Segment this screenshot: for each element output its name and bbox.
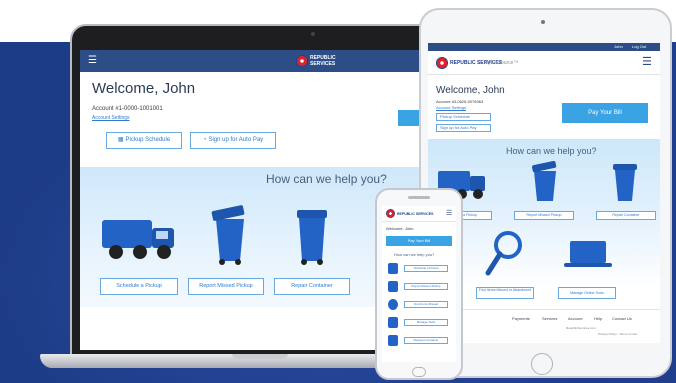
- list-item[interactable]: Schedule a Pickup: [386, 262, 452, 275]
- schedule-pickup-button[interactable]: Schedule a Pickup: [100, 278, 178, 295]
- auto-pay-button[interactable]: Sign up for Auto Pay: [436, 124, 491, 132]
- footer-site-name[interactable]: RepublicServices.com: [566, 326, 596, 330]
- pay-bill-button[interactable]: Pay Your Bill: [562, 103, 648, 123]
- help-heading: How can we help you?: [266, 172, 387, 186]
- help-heading: How can we help you?: [394, 252, 435, 257]
- magnifier-icon: [485, 231, 522, 276]
- auto-pay-button[interactable]: ◔ Sign up for Auto Pay: [190, 132, 276, 149]
- logo-mark-icon: [296, 55, 308, 67]
- tablet-top-strip: John Log Out: [428, 43, 660, 51]
- footer-legal-links[interactable]: Privacy Policy • Terms of Use: [598, 332, 637, 336]
- bin-icon: [388, 281, 398, 292]
- logo-text: REPUBLIC SERVICES: [397, 211, 434, 216]
- pickup-schedule-button[interactable]: ▦ Pickup Schedule: [106, 132, 182, 149]
- bin-open-icon: [532, 161, 557, 201]
- tablet-home-button: [531, 353, 553, 375]
- logo-mark-icon: [386, 209, 395, 218]
- report-missed-pickup-button[interactable]: Report Missed Pickup: [514, 211, 574, 220]
- hamburger-icon[interactable]: ☰: [642, 57, 652, 68]
- hamburger-icon[interactable]: ☰: [446, 209, 452, 217]
- bin-icon: [388, 335, 398, 346]
- hamburger-icon[interactable]: ☰: [88, 55, 97, 67]
- republic-logo[interactable]: REPUBLIC SERVICES: [296, 54, 342, 68]
- repair-container-button[interactable]: Repair Container: [596, 211, 656, 220]
- welcome-heading: Welcome, John: [92, 80, 196, 97]
- phone-home-button: [412, 367, 426, 377]
- list-item-label: Manage Tools: [404, 319, 448, 326]
- account-settings-link[interactable]: Account Settings: [92, 115, 130, 121]
- bin-repair-icon: [297, 210, 327, 265]
- bin-repair-icon: [613, 164, 637, 201]
- list-item[interactable]: Manage Tools: [386, 316, 452, 329]
- repair-container-button[interactable]: Repair Container: [274, 278, 350, 295]
- list-item-label: Find Items Missed: [404, 301, 448, 308]
- footer-link-services[interactable]: Services: [542, 316, 557, 321]
- my-resource-label: My Resource™: [484, 60, 519, 66]
- republic-logo[interactable]: REPUBLIC SERVICES: [386, 209, 434, 218]
- footer-link-help[interactable]: Help: [594, 316, 602, 321]
- laptop-icon: [564, 241, 612, 267]
- laptop-camera: [311, 32, 315, 36]
- welcome-heading: Welcome, John: [386, 226, 414, 231]
- manage-online-tools-button[interactable]: Manage Online Tools: [558, 287, 616, 299]
- magnifier-icon: [388, 299, 398, 310]
- footer-link-contact[interactable]: Contact Us: [612, 316, 632, 321]
- pay-bill-button[interactable]: Pay Your Bill: [386, 236, 452, 246]
- list-item[interactable]: Report Missed Pickup: [386, 280, 452, 293]
- list-item-label: Schedule a Pickup: [404, 265, 448, 272]
- list-item[interactable]: Find Items Missed: [386, 298, 452, 311]
- phone-screen: REPUBLIC SERVICES ☰ Welcome, John Pay Yo…: [382, 206, 456, 362]
- user-name-link[interactable]: John: [614, 44, 623, 49]
- welcome-heading: Welcome, John: [436, 85, 505, 96]
- phone-speaker: [408, 196, 430, 199]
- phone-header: REPUBLIC SERVICES ☰: [382, 206, 456, 222]
- tablet-header: REPUBLIC SERVICES My Resource™ ☰: [428, 51, 660, 75]
- account-number: Account #1-0000-1001001: [92, 106, 163, 112]
- pickup-schedule-label: Pickup Schedule: [125, 137, 171, 143]
- laptop-hinge-notch: [232, 354, 288, 359]
- calendar-icon: ▦: [117, 137, 124, 143]
- bin-open-icon: [211, 205, 245, 265]
- footer-link-payments[interactable]: Payments: [512, 316, 530, 321]
- piggy-bank-icon: ◔: [202, 137, 207, 143]
- logout-link[interactable]: Log Out: [632, 44, 646, 49]
- find-missed-items-button[interactable]: Find Items Missed or Abandoned: [476, 287, 534, 299]
- report-missed-pickup-button[interactable]: Report Missed Pickup: [188, 278, 264, 295]
- laptop-header-bar: ☰ REPUBLIC SERVICES: [80, 50, 442, 72]
- account-number: Account #3-0625-0076963: [436, 99, 484, 104]
- list-item-label: Request Container: [404, 337, 448, 344]
- laptop-icon: [388, 317, 398, 328]
- logo-text: REPUBLIC SERVICES: [310, 55, 336, 67]
- auto-pay-label: Sign up for Auto Pay: [208, 137, 264, 143]
- logo-mark-icon: [436, 57, 448, 69]
- account-settings-link[interactable]: Account Settings: [436, 105, 466, 110]
- footer-link-account[interactable]: Account: [568, 316, 582, 321]
- pickup-schedule-button[interactable]: Pickup Schedule: [436, 113, 491, 121]
- truck-icon: [102, 220, 174, 259]
- tablet-camera: [541, 20, 545, 24]
- bin-icon: [388, 263, 398, 274]
- list-item-label: Report Missed Pickup: [404, 283, 448, 290]
- help-heading: How can we help you?: [506, 146, 597, 156]
- list-item[interactable]: Request Container: [386, 334, 452, 347]
